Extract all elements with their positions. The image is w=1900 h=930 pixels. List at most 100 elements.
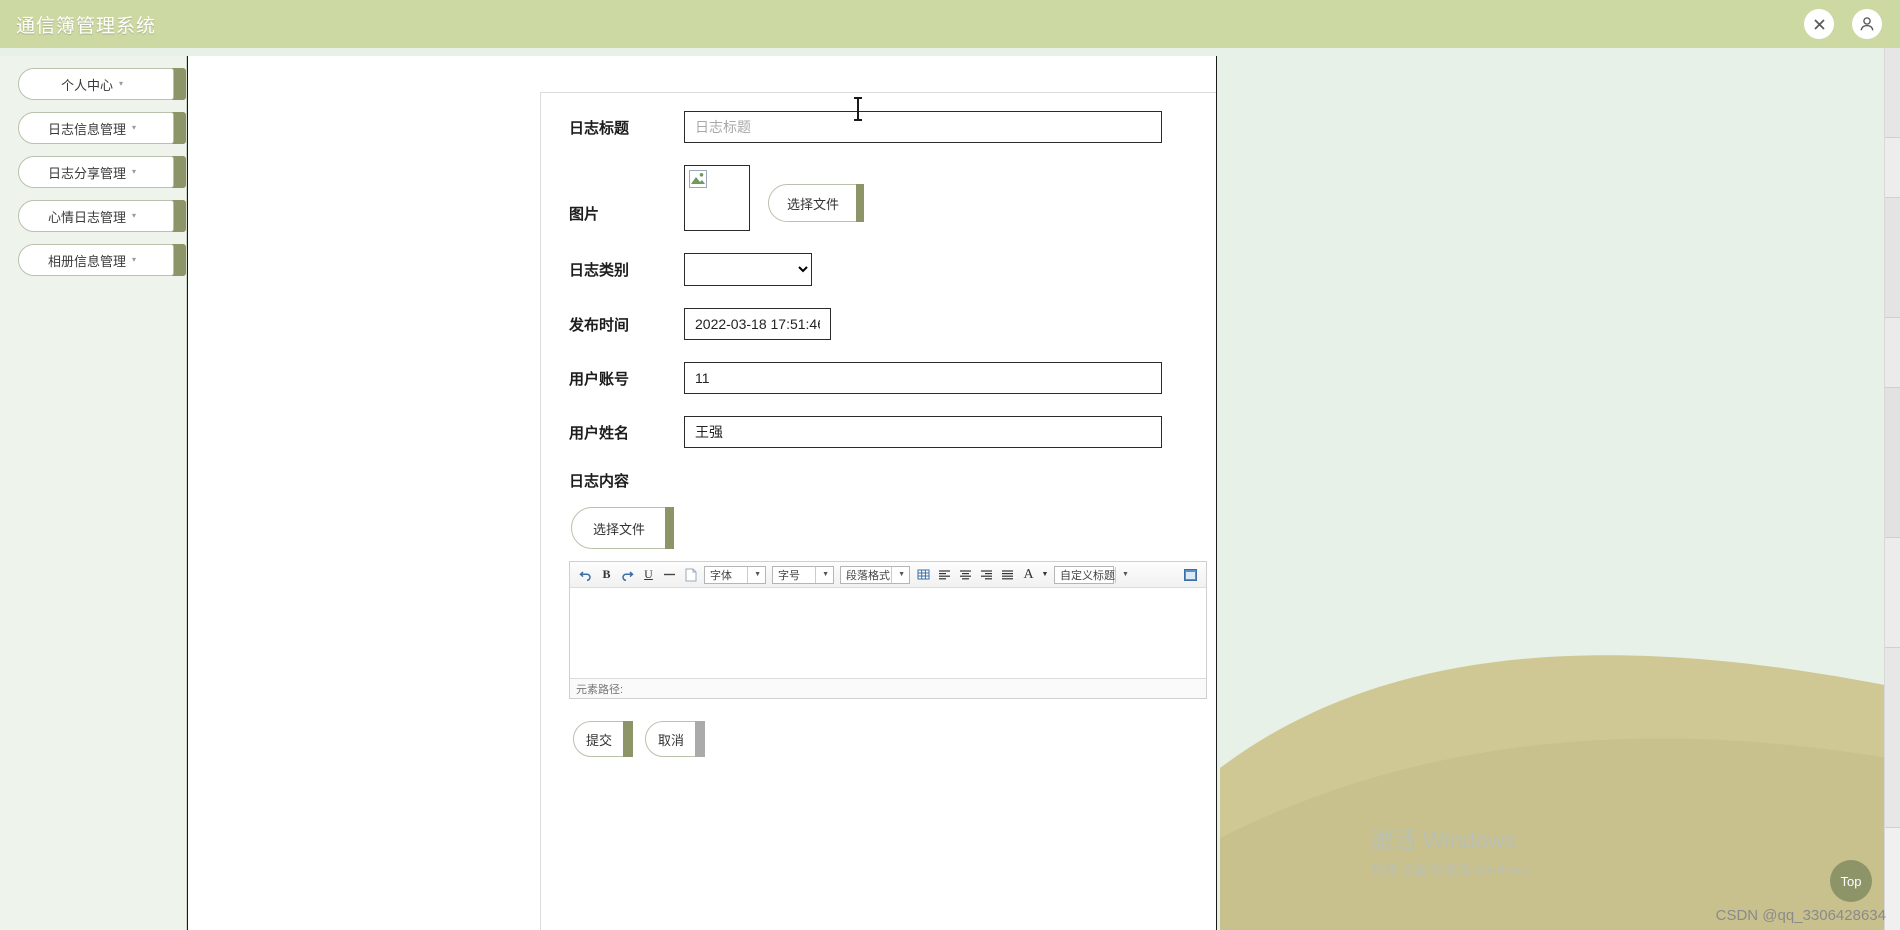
align-justify-icon[interactable] [998, 565, 1017, 585]
chevron-down-icon: ▼ [1115, 566, 1131, 583]
image-choose-file-button[interactable]: 选择文件 [768, 184, 865, 222]
underline-button[interactable]: U [639, 565, 658, 585]
chevron-down-icon: ▼ [747, 566, 763, 583]
user-icon [1860, 17, 1874, 31]
strip-segment [1885, 48, 1900, 138]
element-path-label: 元素路径: [576, 683, 624, 696]
sidebar: 个人中心 ▾ 日志信息管理 ▾ 日志分享管理 ▾ 心情日志管理 ▾ 相册信息管理… [0, 56, 187, 930]
sidebar-item-tab [172, 68, 186, 100]
label-log-content: 日志内容 [569, 473, 630, 490]
label-publish-time: 发布时间 [569, 316, 630, 334]
sidebar-item-pill[interactable]: 相册信息管理 ▾ [18, 244, 174, 276]
font-size-select[interactable]: 字号 ▼ [772, 565, 834, 584]
undo-icon[interactable] [576, 565, 595, 585]
form-row-title: 日志标题 [569, 97, 1189, 143]
field-publish-time [684, 308, 1189, 340]
close-button[interactable] [1804, 9, 1834, 39]
horizontal-rule-icon[interactable] [660, 565, 679, 585]
close-icon [1813, 18, 1825, 30]
editor-element-path: 元素路径: [570, 678, 1206, 698]
content-choose-file-label: 选择文件 [592, 521, 645, 537]
sidebar-item-tab [172, 200, 186, 232]
page-edge-strip [1884, 48, 1900, 930]
form-row-publish-time: 发布时间 [569, 308, 1189, 340]
publish-time-input[interactable] [684, 308, 831, 340]
cancel-button[interactable]: 取消 [645, 721, 705, 757]
align-center-icon[interactable] [956, 565, 975, 585]
user-account-button[interactable] [1852, 9, 1882, 39]
scroll-to-top-label: Top [1840, 873, 1862, 889]
field-user-name [684, 416, 1189, 448]
editor-toolbar-right [1181, 565, 1200, 585]
table-icon[interactable] [914, 565, 933, 585]
csdn-watermark: CSDN @qq_3306428634 [1715, 907, 1886, 924]
user-name-input[interactable] [684, 416, 1162, 448]
cancel-button-label: 取消 [657, 732, 684, 748]
custom-title-select[interactable]: 自定义标题 ▼ [1054, 565, 1129, 584]
field-image: 选择文件 [684, 165, 1189, 231]
align-left-icon[interactable] [935, 565, 954, 585]
form-actions: 提交 取消 [573, 721, 1189, 757]
log-category-select[interactable] [684, 253, 812, 286]
page-title: 通信簿管理系统 [16, 15, 157, 37]
sidebar-item-pill[interactable]: 日志分享管理 ▾ [18, 156, 174, 188]
sidebar-item-log-info[interactable]: 日志信息管理 ▾ [18, 112, 186, 144]
page-icon[interactable] [681, 565, 700, 585]
form-row-category: 日志类别 [569, 253, 1189, 286]
editor-toolbar: B U 字体 ▼ 字号 ▼ 段落格式 ▼ A ▼ 自定义标题 ▼ [570, 562, 1206, 588]
redo-icon[interactable] [618, 565, 637, 585]
chevron-down-icon: ▾ [132, 123, 137, 132]
fullscreen-icon[interactable] [1181, 565, 1200, 585]
strip-segment [1885, 388, 1900, 538]
chevron-down-icon: ▾ [132, 211, 137, 220]
log-title-input[interactable] [684, 111, 1162, 143]
font-color-chevron-icon[interactable]: ▼ [1040, 565, 1050, 585]
button-tab [695, 721, 705, 757]
sidebar-item-log-share[interactable]: 日志分享管理 ▾ [18, 156, 186, 188]
app-header: 通信簿管理系统 [0, 0, 1900, 48]
content-choose-file-button[interactable]: 选择文件 [571, 507, 674, 549]
image-choose-file-label: 选择文件 [787, 196, 840, 212]
sidebar-item-pill[interactable]: 心情日志管理 ▾ [18, 200, 174, 232]
button-tab [856, 184, 865, 222]
submit-button-label: 提交 [585, 732, 612, 748]
font-family-select[interactable]: 字体 ▼ [704, 565, 766, 584]
button-tab [623, 721, 633, 757]
submit-button[interactable]: 提交 [573, 721, 633, 757]
sidebar-item-personal-center[interactable]: 个人中心 ▾ [18, 68, 186, 100]
chevron-down-icon: ▼ [815, 566, 831, 583]
bold-button[interactable]: B [597, 565, 616, 585]
log-form-card: 日志标题 图片 [540, 92, 1216, 930]
font-size-label: 字号 [778, 569, 800, 582]
broken-image-icon [689, 170, 707, 188]
sidebar-item-pill[interactable]: 日志信息管理 ▾ [18, 112, 174, 144]
sidebar-item-mood-log[interactable]: 心情日志管理 ▾ [18, 200, 186, 232]
field-user-account [684, 362, 1189, 394]
sidebar-item-album-info[interactable]: 相册信息管理 ▾ [18, 244, 186, 276]
label-log-title: 日志标题 [569, 119, 630, 137]
user-account-input[interactable] [684, 362, 1162, 394]
field-log-category [684, 253, 1189, 286]
strip-segment [1885, 198, 1900, 318]
align-right-icon[interactable] [977, 565, 996, 585]
editor-body[interactable] [570, 588, 1206, 678]
strip-segment [1885, 138, 1900, 198]
chevron-down-icon: ▾ [132, 167, 137, 176]
app-window: 通信簿管理系统 个人中心 ▾ 日志信息管理 ▾ 日志分享管理 ▾ 心情日志管理 … [0, 0, 1900, 930]
custom-title-label: 自定义标题 [1060, 569, 1115, 582]
sidebar-item-tab [172, 112, 186, 144]
chevron-down-icon: ▾ [119, 79, 124, 88]
paragraph-format-select[interactable]: 段落格式 ▼ [840, 565, 910, 584]
sidebar-item-label: 日志信息管理 [47, 121, 126, 137]
chevron-down-icon: ▾ [132, 255, 137, 264]
strip-segment [1885, 648, 1900, 828]
font-family-label: 字体 [710, 569, 732, 582]
strip-segment [1885, 318, 1900, 388]
scroll-to-top-button[interactable]: Top [1830, 860, 1872, 902]
label-user-account: 用户账号 [569, 370, 630, 388]
font-color-button[interactable]: A [1019, 565, 1038, 585]
sidebar-item-label: 相册信息管理 [47, 253, 126, 269]
sidebar-item-tab [172, 156, 186, 188]
sidebar-item-pill[interactable]: 个人中心 ▾ [18, 68, 174, 100]
main-content: 日志标题 图片 [187, 56, 1217, 930]
